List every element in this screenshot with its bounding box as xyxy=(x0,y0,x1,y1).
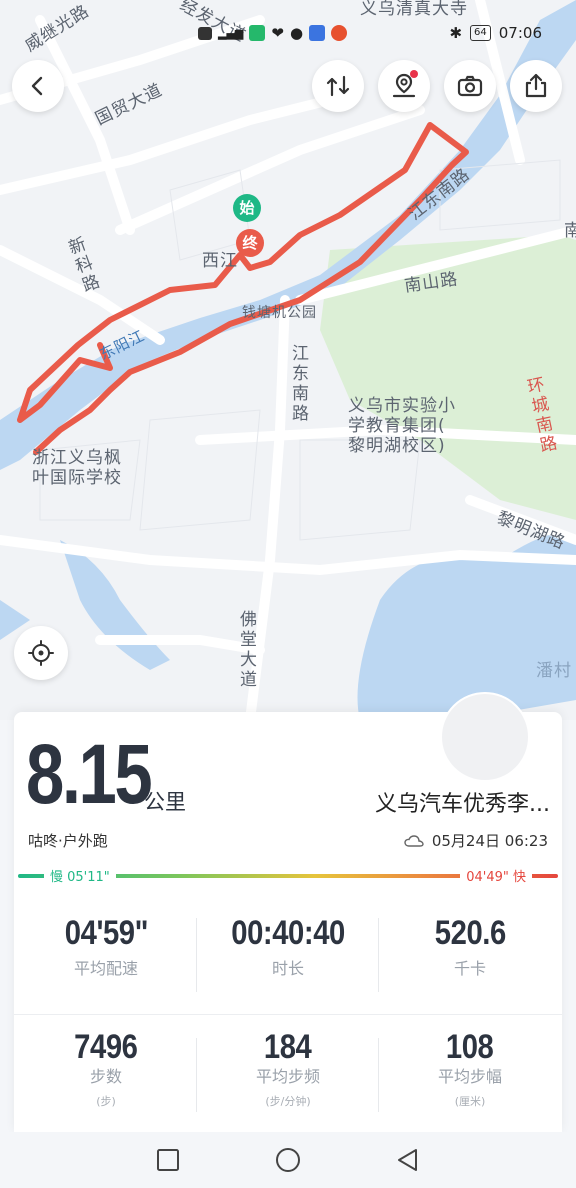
triangle-back-icon[interactable] xyxy=(394,1146,422,1174)
map-label: 南 xyxy=(564,221,576,241)
map-label: 西江 xyxy=(202,251,238,271)
map-label: 佛堂大道 xyxy=(236,610,256,690)
start-marker[interactable]: 始 xyxy=(233,194,261,222)
school-label-line: 浙江义乌枫 xyxy=(32,448,122,468)
distance-value: 8.15 xyxy=(26,727,153,821)
notification-dot xyxy=(410,70,418,78)
map-label: 钱塘机公园 xyxy=(242,305,317,321)
locate-icon xyxy=(28,640,54,666)
map-label: 义乌市实验小 学教育集团( 黎明湖校区) xyxy=(348,396,456,456)
stat-unit: (步/分钟) xyxy=(265,1095,311,1108)
wechat-icon: ● xyxy=(289,24,304,42)
stat-value: 520.6 xyxy=(434,914,506,952)
circle-icon[interactable] xyxy=(274,1146,302,1174)
camera-button[interactable] xyxy=(444,60,496,112)
back-button[interactable] xyxy=(12,60,64,112)
camera-icon xyxy=(457,75,483,97)
stat-calories: 520.6 千卡 xyxy=(380,914,560,979)
pace-fast-label: 04'49" 快 xyxy=(460,866,532,885)
cloud-icon xyxy=(404,834,424,847)
map-label: 江东南路 xyxy=(288,344,308,424)
stat-label: 时长 xyxy=(271,959,304,978)
activity-datetime: 05月24日 06:23 xyxy=(404,830,548,851)
route-switch-button[interactable] xyxy=(312,60,364,112)
locate-button[interactable] xyxy=(14,626,68,680)
back-icon xyxy=(31,76,43,96)
sport-type: 咕咚·户外跑 xyxy=(28,832,108,850)
hd-icon xyxy=(198,26,212,40)
stat-value: 00:40:40 xyxy=(231,914,345,952)
stat-value: 184 xyxy=(264,1028,312,1066)
heart-icon: ❤ xyxy=(271,24,284,42)
school-label-line: 黎明湖校区) xyxy=(348,436,446,456)
divider xyxy=(14,1014,562,1015)
weibo-icon xyxy=(331,25,348,41)
route-switch-icon xyxy=(326,75,350,97)
location-badge-button[interactable] xyxy=(378,60,430,112)
stat-value: 04'59" xyxy=(64,914,148,952)
map-label: 潘村 xyxy=(536,661,572,681)
school-label-line: 义乌市实验小 xyxy=(348,396,456,416)
route-map[interactable]: 义乌清真大寺 威继光路 经发大道 国贸大道 新科路 西江 江东南路 南山路 东阳… xyxy=(0,0,576,720)
stat-unit: (厘米) xyxy=(454,1095,486,1108)
school-label-line: 叶国际学校 xyxy=(32,468,122,488)
pace-slow-label: 慢 05'11" xyxy=(44,866,116,885)
end-marker[interactable]: 终 xyxy=(236,229,264,257)
stat-unit: (步) xyxy=(96,1095,116,1108)
stat-value: 108 xyxy=(446,1028,494,1066)
divider xyxy=(196,1038,197,1112)
map-label: 义乌清真大寺 xyxy=(360,0,468,19)
stat-steps: 7496 步数 (步) xyxy=(16,1028,196,1109)
status-bar: ▂▄▆ ❤ ● ✱ 64 07:06 xyxy=(0,20,576,48)
clock: 07:06 xyxy=(498,24,542,42)
divider xyxy=(196,918,197,992)
datetime-text: 05月24日 06:23 xyxy=(431,832,548,850)
share-icon xyxy=(525,73,547,98)
divider xyxy=(378,1038,379,1112)
stat-label: 千卡 xyxy=(453,959,486,978)
stat-duration: 00:40:40 时长 xyxy=(198,914,378,979)
square-icon[interactable] xyxy=(154,1146,182,1174)
school-label-line: 学教育集团( xyxy=(348,416,446,436)
stat-cadence: 184 平均步频 (步/分钟) xyxy=(198,1028,378,1109)
share-button[interactable] xyxy=(510,60,562,112)
stat-avg-pace: 04'59" 平均配速 xyxy=(16,914,196,979)
battery-indicator: 64 xyxy=(470,25,491,41)
system-nav-bar xyxy=(0,1132,576,1188)
stat-label: 平均配速 xyxy=(73,959,138,978)
chat-icon xyxy=(309,25,326,41)
stat-value: 7496 xyxy=(74,1028,138,1066)
stat-stride: 108 平均步幅 (厘米) xyxy=(380,1028,560,1109)
divider xyxy=(378,918,379,992)
distance-unit: 公里 xyxy=(144,790,186,814)
app-icon xyxy=(249,25,266,41)
bluetooth-icon: ✱ xyxy=(449,24,463,42)
place-name[interactable]: 义乌汽车优秀李... xyxy=(375,786,550,818)
signal-icon: ▂▄▆ xyxy=(218,26,244,40)
map-label: 浙江义乌枫 叶国际学校 xyxy=(32,448,122,488)
avatar[interactable] xyxy=(440,692,530,782)
